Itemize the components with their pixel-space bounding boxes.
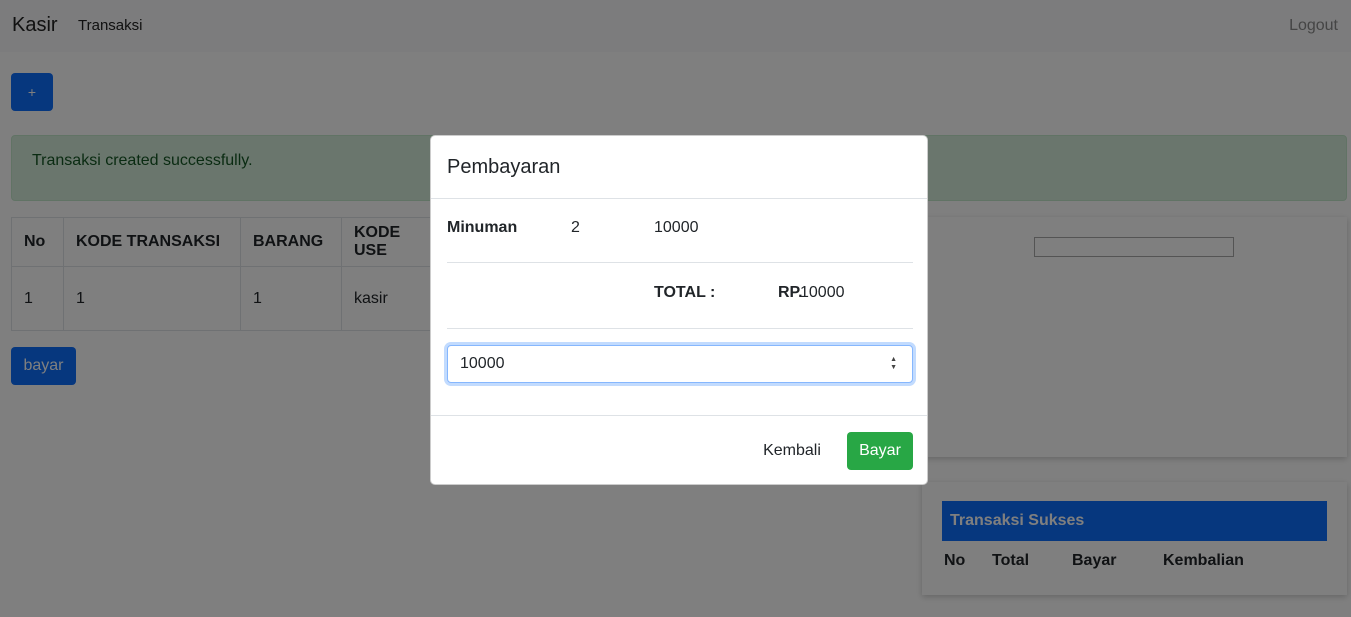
payment-input[interactable] — [447, 345, 913, 383]
modal-bayar-button[interactable]: Bayar — [847, 432, 913, 470]
total-label: TOTAL : — [654, 284, 716, 301]
item-price: 10000 — [654, 219, 699, 236]
modal-body: Minuman 2 10000 TOTAL : RP. 10000 ▲▼ — [431, 199, 927, 415]
item-qty: 2 — [571, 219, 580, 236]
item-row: Minuman 2 10000 — [447, 219, 913, 263]
currency-label: RP. — [778, 284, 803, 301]
modal-footer: Kembali Bayar — [431, 415, 927, 486]
kembali-button[interactable]: Kembali — [757, 432, 827, 470]
payment-modal: Pembayaran Minuman 2 10000 TOTAL : RP. 1… — [430, 135, 928, 485]
total-row: TOTAL : RP. 10000 — [447, 264, 913, 329]
item-name: Minuman — [447, 219, 518, 236]
number-spinner-icon[interactable]: ▲ ▼ — [890, 356, 897, 372]
modal-title: Pembayaran — [431, 136, 927, 199]
total-value: 10000 — [800, 284, 845, 301]
